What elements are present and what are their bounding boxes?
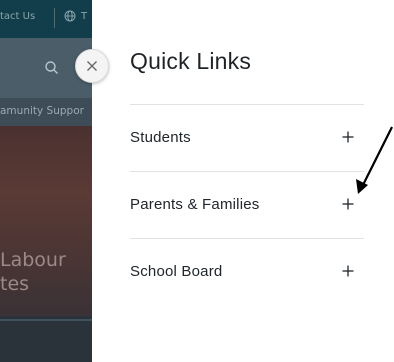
accordion-item-parents-families[interactable]: Parents & Families: [130, 172, 364, 239]
accordion-label: Students: [130, 129, 191, 146]
background-hero: Labour tes: [0, 126, 92, 316]
close-icon: [87, 61, 97, 71]
accordion-label: Parents & Families: [130, 196, 260, 213]
background-topbar: tact Us T: [0, 0, 92, 38]
hero-heading-line1: Labour: [0, 249, 66, 271]
accordion-label: School Board: [130, 263, 223, 280]
close-button[interactable]: [75, 49, 109, 83]
background-nav: amunity Suppor: [0, 98, 92, 126]
accordion-item-school-board[interactable]: School Board: [130, 239, 364, 306]
topbar-divider: [54, 8, 55, 28]
contact-us-link: tact Us: [0, 11, 36, 22]
background-footer: [0, 316, 92, 362]
plus-icon[interactable]: [342, 265, 354, 277]
panel-title: Quick Links: [130, 48, 252, 74]
footer-divider: [0, 319, 92, 321]
translate-link: T: [81, 11, 88, 22]
page: tact Us T amunity Suppor Labour tes Quic…: [0, 0, 394, 362]
accordion-item-students[interactable]: Students: [130, 105, 364, 172]
globe-icon: [64, 10, 76, 22]
plus-icon[interactable]: [342, 198, 354, 210]
hero-heading-line2: tes: [0, 273, 30, 295]
quick-links-panel: Quick Links Students Parents & Families …: [92, 0, 394, 362]
annotation-arrow-icon: [356, 126, 393, 194]
background-nav-item: amunity Suppor: [0, 105, 84, 117]
search-icon: [45, 61, 58, 74]
